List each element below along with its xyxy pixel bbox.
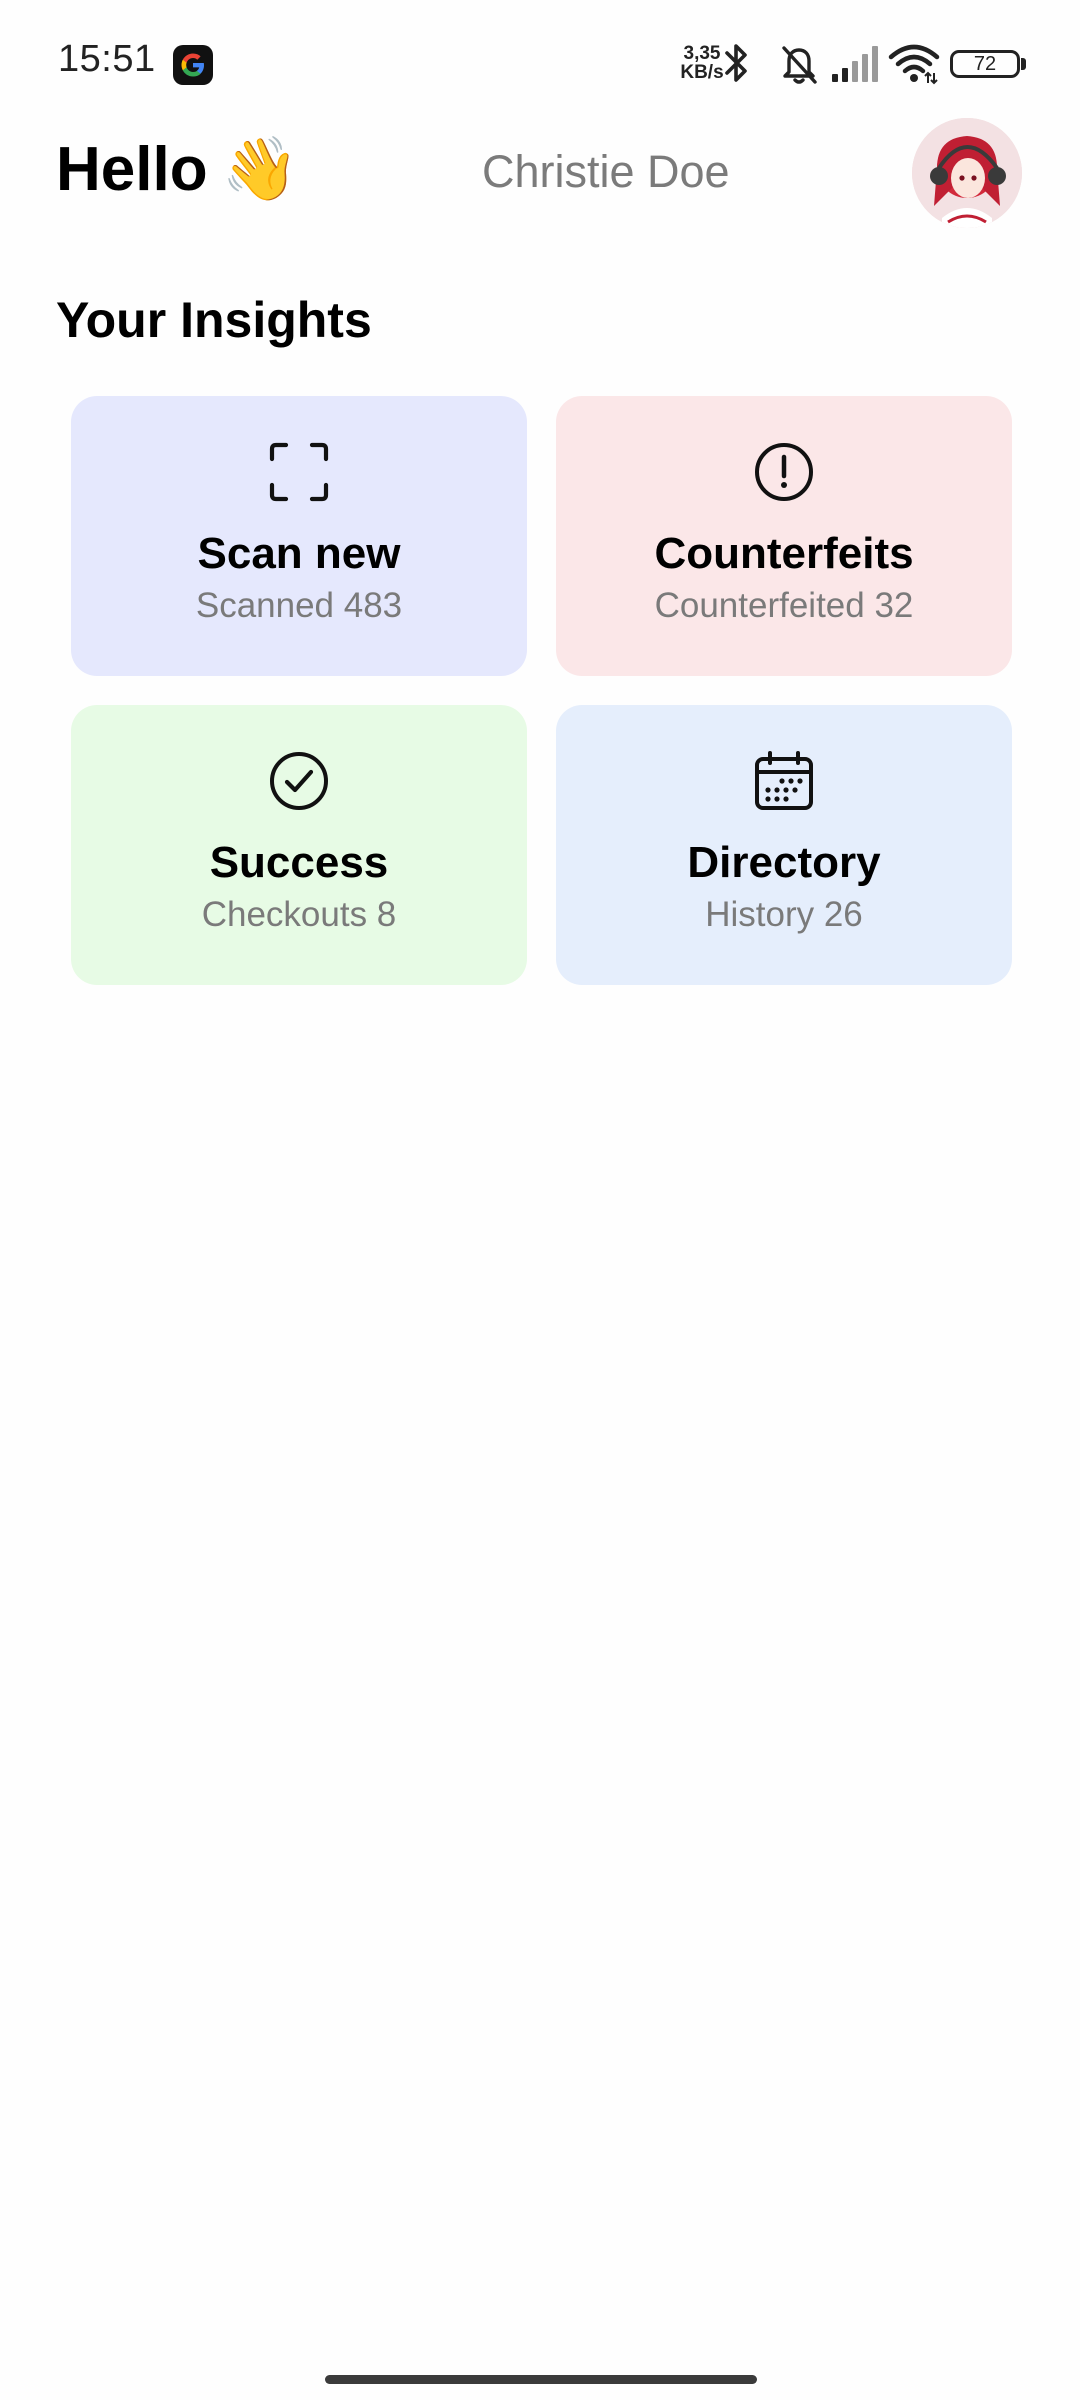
card-title: Counterfeits: [654, 529, 914, 578]
google-icon: [173, 45, 213, 85]
wifi-icon: [888, 40, 940, 91]
card-subtitle: Counterfeited 32: [654, 586, 914, 625]
card-subtitle: History 26: [705, 895, 863, 934]
bell-muted-icon: [778, 40, 820, 91]
calendar-icon: [753, 750, 815, 812]
card-success[interactable]: Success Checkouts 8: [71, 705, 527, 985]
battery-icon: 72: [950, 50, 1020, 78]
battery-level: 72: [973, 53, 997, 75]
section-title: Your Insights: [56, 292, 372, 348]
card-title: Success: [209, 838, 389, 887]
card-directory[interactable]: Directory History 26: [556, 705, 1012, 985]
greeting-heading: Hello 👋: [56, 130, 299, 210]
scan-icon: [268, 441, 330, 503]
card-title: Directory: [687, 838, 881, 887]
battery-nub: [1021, 58, 1026, 70]
card-counterfeits[interactable]: Counterfeits Counterfeited 32: [556, 396, 1012, 676]
card-subtitle: Scanned 483: [195, 586, 403, 625]
avatar[interactable]: [912, 118, 1022, 228]
signal-icon: [830, 40, 880, 91]
check-circle-icon: [268, 750, 330, 812]
status-time: 15:51: [58, 38, 156, 80]
status-bar: 15:51 3,35 KB/s 72: [0, 0, 1080, 130]
home-indicator[interactable]: [325, 2375, 757, 2384]
greeting-text: Hello: [56, 135, 208, 204]
card-scan-new[interactable]: Scan new Scanned 483: [71, 396, 527, 676]
alert-circle-icon: [753, 441, 815, 503]
user-name: Christie Doe: [482, 146, 730, 197]
bluetooth-icon: [718, 40, 754, 91]
card-title: Scan new: [197, 529, 401, 578]
waving-hand-icon: 👋: [221, 135, 299, 204]
card-subtitle: Checkouts 8: [201, 895, 397, 934]
